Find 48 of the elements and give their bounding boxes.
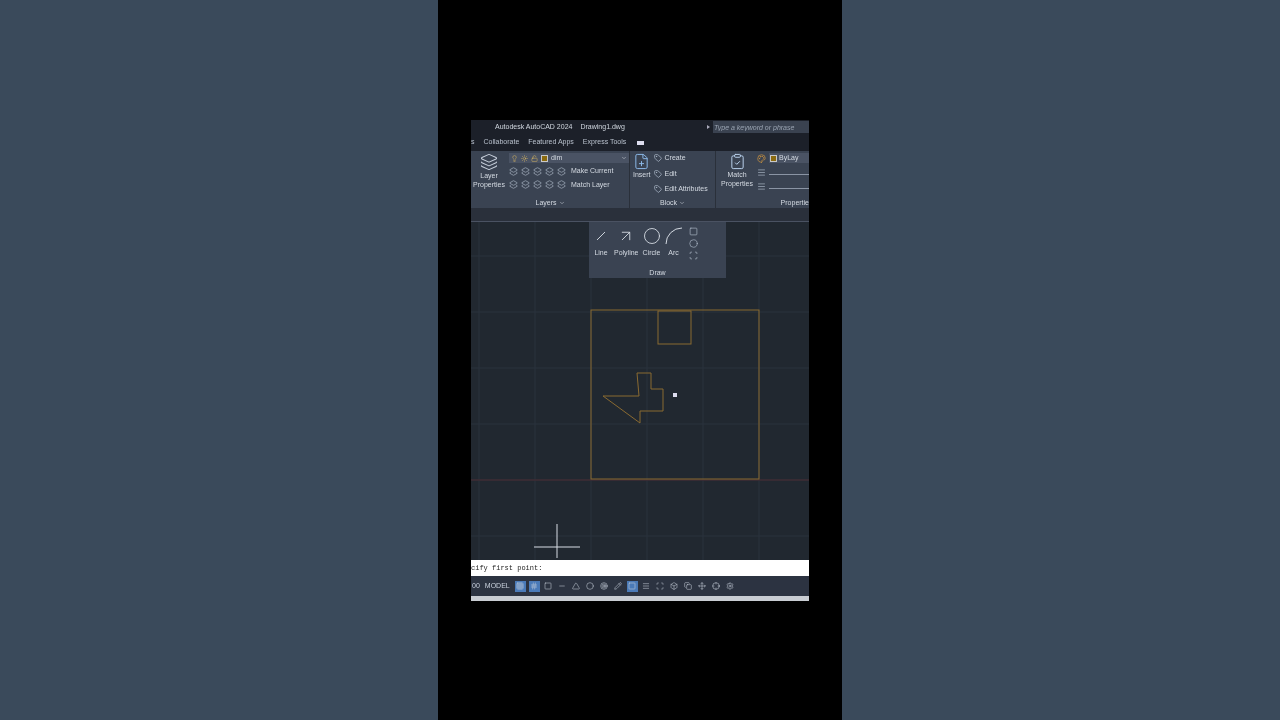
gear-icon[interactable] bbox=[724, 580, 736, 592]
layer-tool-icon bbox=[545, 180, 554, 190]
small-rectangle bbox=[657, 310, 692, 345]
chevron-down-icon bbox=[621, 155, 627, 161]
polyline-shape bbox=[602, 372, 664, 424]
tag-icon bbox=[653, 169, 662, 178]
layer-tool-icon bbox=[557, 180, 566, 190]
clipboard-icon bbox=[728, 153, 746, 170]
tag-icon bbox=[653, 185, 662, 194]
chevron-down-icon bbox=[679, 200, 686, 206]
insert-icon bbox=[633, 153, 651, 170]
layer-tool-icon bbox=[545, 166, 554, 176]
move-icon[interactable] bbox=[696, 580, 708, 592]
lineweight-icon bbox=[757, 168, 766, 177]
padlock-icon bbox=[531, 154, 538, 162]
layer-tool-icon bbox=[509, 180, 518, 190]
lines-icon[interactable] bbox=[640, 580, 652, 592]
rectangle-icon bbox=[688, 227, 698, 236]
pencil-icon[interactable] bbox=[612, 580, 624, 592]
palette-icon bbox=[757, 153, 766, 163]
layer-tool-icon bbox=[509, 166, 518, 176]
expand-arrow-icon[interactable] bbox=[707, 125, 710, 129]
angle-icon[interactable] bbox=[570, 580, 582, 592]
square-icon[interactable] bbox=[626, 580, 638, 592]
layer-tool-icon bbox=[521, 180, 530, 190]
chevron-down-icon bbox=[558, 200, 565, 206]
arc-icon bbox=[664, 227, 683, 245]
ellipse-icon bbox=[688, 239, 698, 248]
circle-icon bbox=[642, 227, 661, 245]
tag-icon bbox=[653, 154, 662, 163]
square-icon[interactable] bbox=[542, 580, 554, 592]
layers-icon bbox=[480, 153, 498, 171]
linetype-icon bbox=[757, 182, 766, 191]
layer-tool-icon bbox=[521, 166, 530, 176]
crosshair-cursor bbox=[533, 523, 581, 559]
crosshair-icon[interactable] bbox=[710, 580, 722, 592]
box-icon[interactable] bbox=[668, 580, 680, 592]
snap-icon[interactable] bbox=[528, 580, 540, 592]
layer-tool-icon bbox=[533, 166, 542, 176]
copy-icon[interactable] bbox=[682, 580, 694, 592]
layer-tool-icon bbox=[557, 166, 566, 176]
sun-icon bbox=[521, 154, 528, 162]
target-icon[interactable] bbox=[598, 580, 610, 592]
circle-icon[interactable] bbox=[584, 580, 596, 592]
snap-marker bbox=[673, 393, 677, 397]
lightbulb-icon bbox=[511, 154, 518, 162]
layer-tool-icon bbox=[533, 180, 542, 190]
tab-menu-icon[interactable] bbox=[637, 140, 645, 145]
